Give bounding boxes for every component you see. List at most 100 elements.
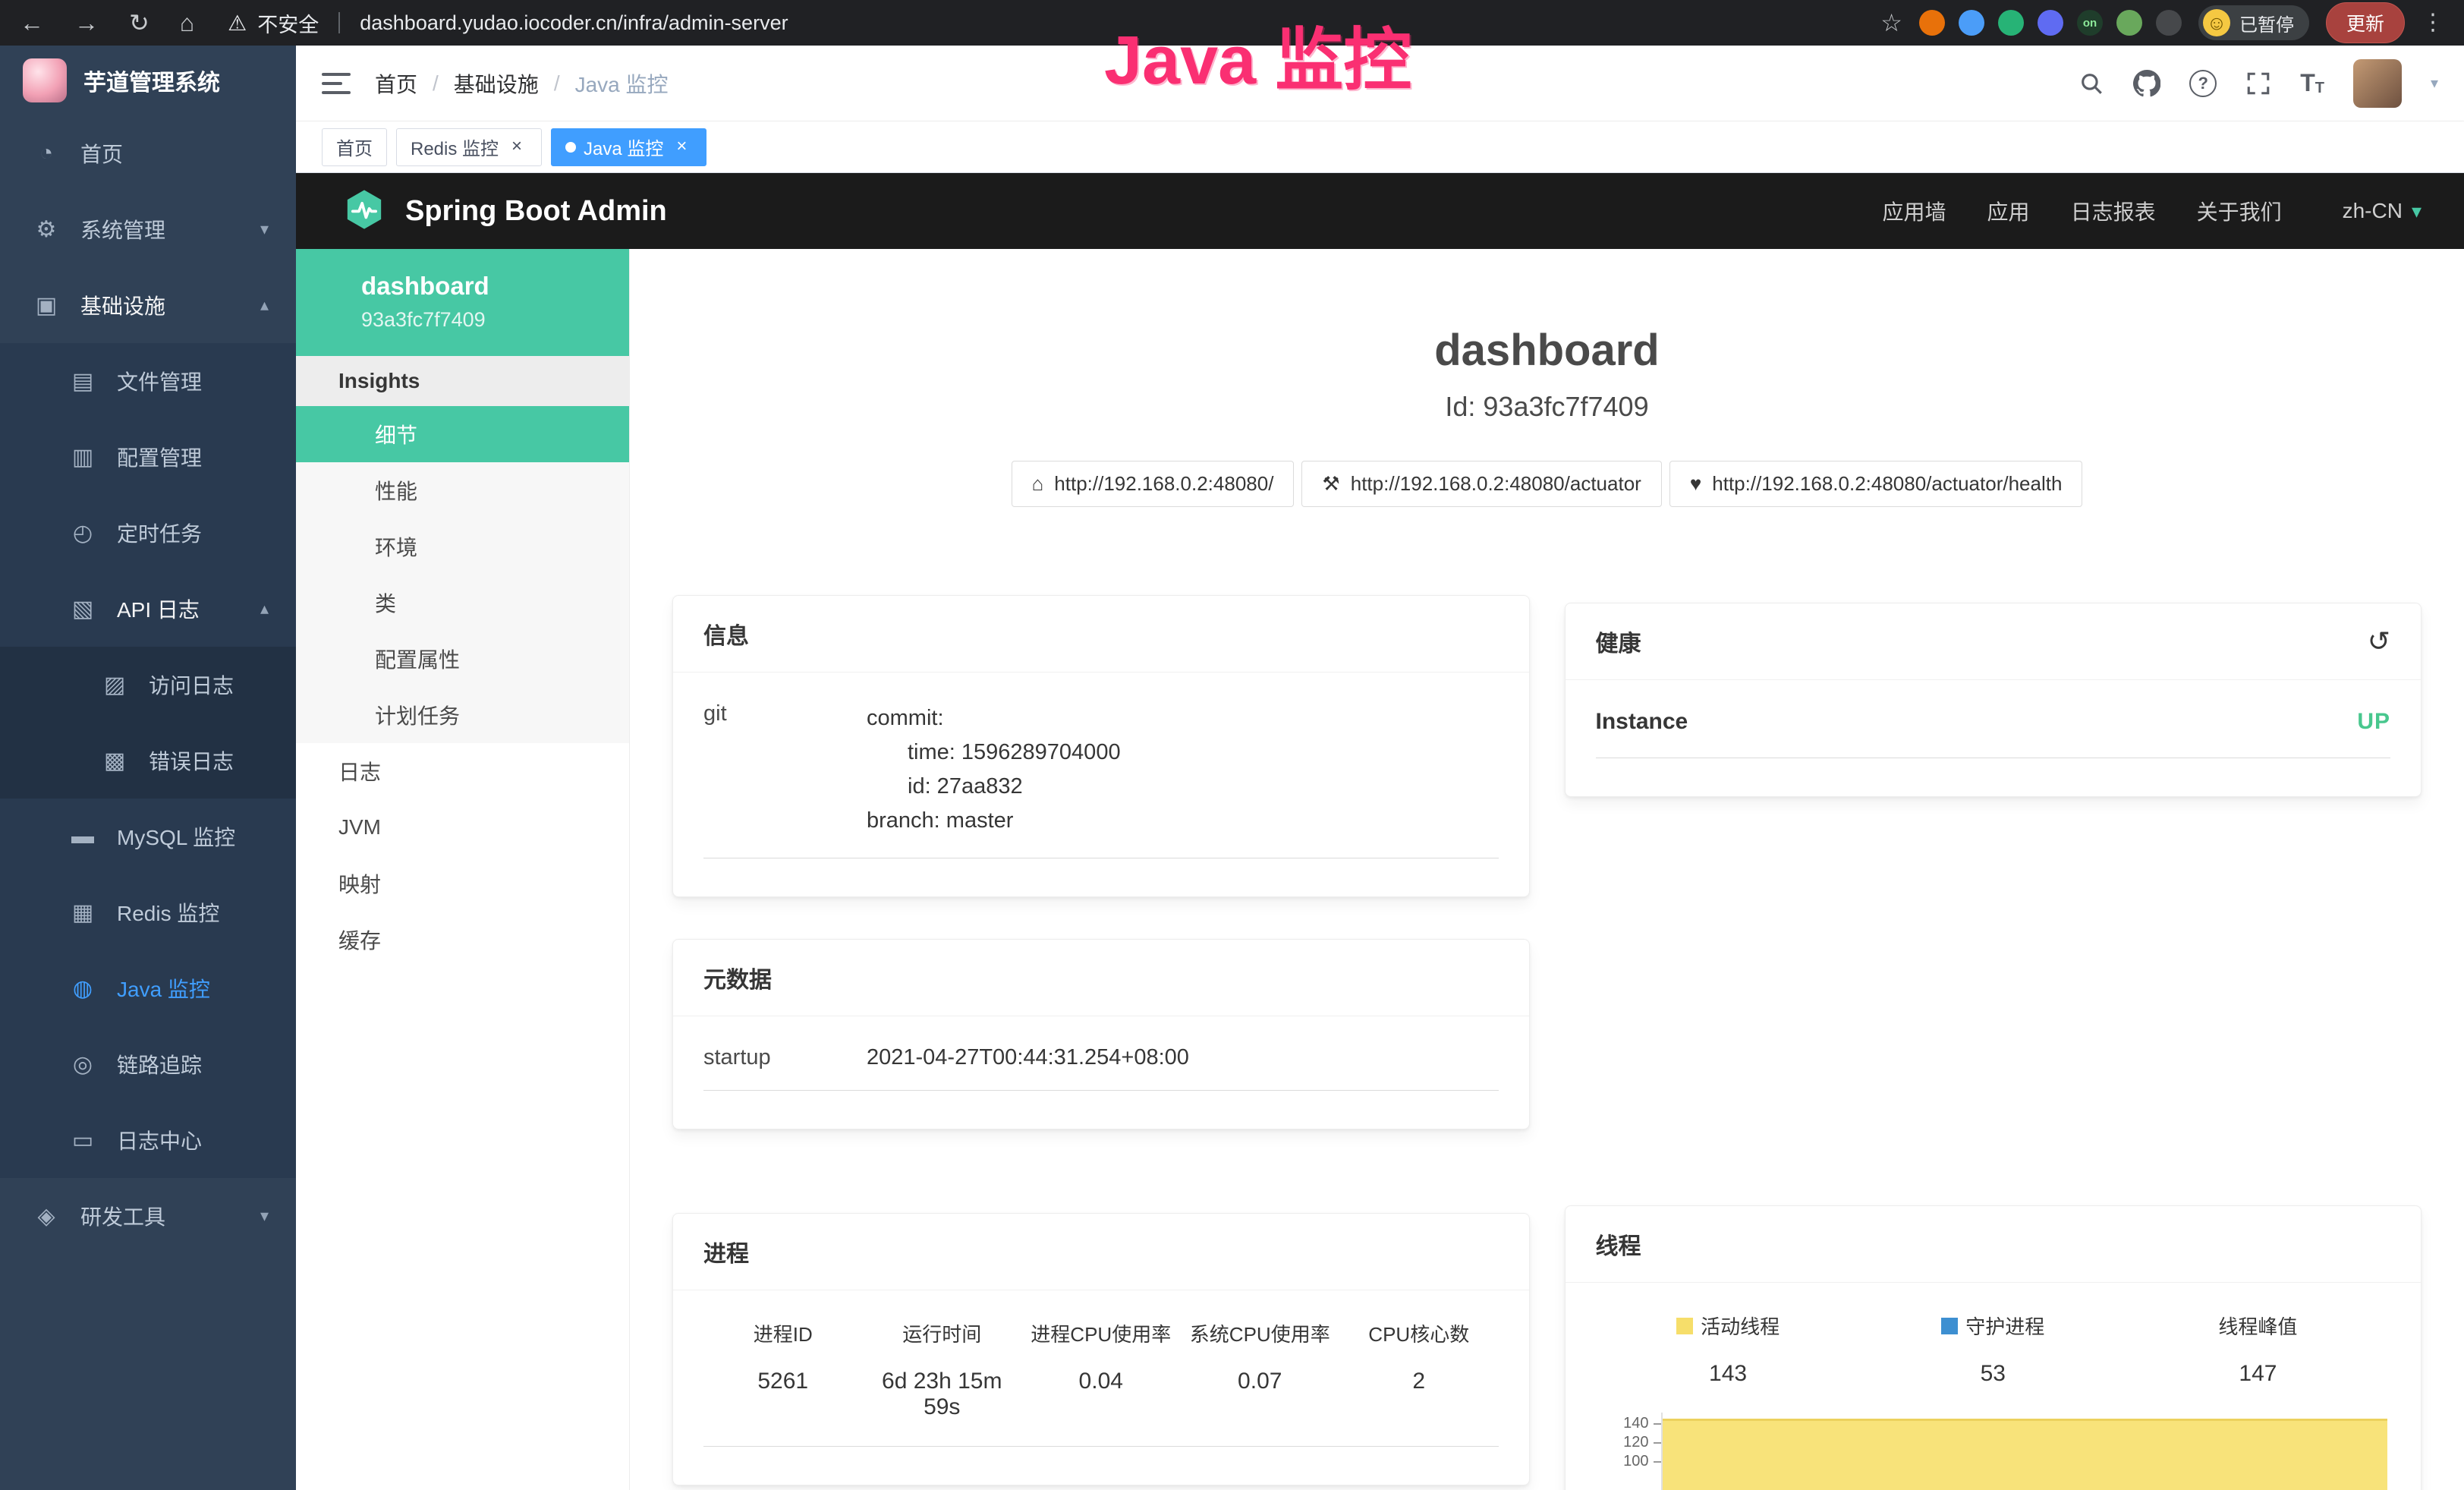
sba-menu-item[interactable]: 环境 — [296, 518, 629, 575]
tab[interactable]: 首页 — [322, 128, 387, 166]
breadcrumb-item[interactable]: 基础设施 / — [454, 68, 575, 99]
sidebar-menu-item[interactable]: ▦ Redis 监控 — [0, 874, 296, 950]
menu-label: 链路追踪 — [117, 1049, 202, 1079]
app-logo[interactable]: 芋道管理系统 — [0, 46, 296, 115]
paused-badge[interactable]: ☺ 已暂停 — [2198, 5, 2309, 40]
reload-icon[interactable]: ↻ — [129, 11, 149, 35]
info-line: commit: — [867, 701, 1499, 736]
breadcrumb-label: Java 监控 — [575, 68, 669, 99]
threads-card: 线程 — [1565, 1205, 2422, 1490]
sidebar-menu-item[interactable]: ▤ 文件管理 — [0, 343, 296, 419]
instance-link[interactable]: ⚒ http://192.168.0.2:48080/actuator — [1301, 461, 1661, 507]
user-avatar[interactable] — [2353, 59, 2402, 108]
sba-menu-item[interactable]: 类 — [296, 575, 629, 631]
bookmark-star-icon[interactable]: ☆ — [1880, 11, 1902, 35]
help-icon[interactable]: ? — [2189, 70, 2217, 97]
sidebar-menu-item[interactable]: ▣ 基础设施 ▴ — [0, 267, 296, 343]
update-button[interactable]: 更新 — [2326, 2, 2405, 43]
y-tick: 140 — [1623, 1414, 1660, 1433]
sba-nav-item[interactable]: 应用 — [1987, 196, 2030, 226]
tab[interactable]: Redis 监控 × — [396, 128, 542, 166]
extension-colorzilla-icon[interactable] — [1919, 10, 1945, 36]
font-size-icon[interactable]: TT — [2300, 69, 2324, 97]
java-monitor-icon: ◍ — [68, 975, 97, 1002]
menu-label: MySQL 监控 — [117, 821, 235, 852]
sba-menu-item[interactable]: 计划任务 — [296, 687, 629, 743]
history-icon[interactable]: ↺ — [2368, 625, 2390, 657]
y-tick-mark — [1654, 1461, 1661, 1463]
sidebar-menu-item[interactable]: ▬ MySQL 监控 — [0, 799, 296, 874]
extension-vue-devtools-icon[interactable] — [1998, 10, 2024, 36]
sba-nav-item[interactable]: 关于我们 — [2197, 196, 2282, 226]
legend-label: 活动线程 — [1701, 1312, 1780, 1340]
extension-grid-icon[interactable] — [2038, 10, 2063, 36]
search-icon[interactable] — [2079, 71, 2104, 96]
hamburger-icon[interactable] — [322, 73, 351, 94]
sidebar-menu-item[interactable]: ▭ 日志中心 — [0, 1102, 296, 1178]
sidebar-menu-item[interactable]: ▧ API 日志 ▴ — [0, 571, 296, 647]
y-tick-mark — [1654, 1423, 1661, 1425]
metadata-value: 2021-04-27T00:44:31.254+08:00 — [867, 1045, 1499, 1070]
breadcrumb-label: 首页 — [375, 68, 417, 99]
home-icon[interactable]: ⌂ — [180, 11, 194, 35]
browser-menu-icon[interactable]: ⋮ — [2422, 11, 2444, 34]
instance-link[interactable]: ♥ http://192.168.0.2:48080/actuator/heal… — [1669, 461, 2083, 507]
threads-legend: 活动线程 143 — [1596, 1312, 2391, 1387]
topbar-actions: ? TT ▾ — [2079, 59, 2438, 108]
address-separator — [338, 12, 340, 33]
sidebar-menu-item[interactable]: ◍ Java 监控 — [0, 950, 296, 1026]
sba-menu-item[interactable]: 缓存 — [296, 912, 629, 968]
chevron-icon: ▾ — [260, 1206, 269, 1226]
fullscreen-icon[interactable] — [2245, 71, 2271, 96]
app-sidebar: 芋道管理系统 ◔ 首页 ⚙ 系统管理 ▾ — [0, 46, 296, 1490]
breadcrumb-item[interactable]: 首页 / — [375, 68, 454, 99]
profile-face-icon: ☺ — [2203, 9, 2230, 36]
process-column: 进程ID 5261 — [703, 1319, 863, 1441]
chevron-icon: ▴ — [260, 295, 269, 315]
sba-nav-item[interactable]: 日志报表 — [2071, 196, 2156, 226]
breadcrumb-item[interactable]: Java 监控 / — [575, 68, 669, 99]
legend-item: 活动线程 143 — [1596, 1312, 1861, 1387]
process-header: CPU核心数 — [1339, 1319, 1499, 1347]
sidebar-menu-item[interactable]: ◈ 研发工具 ▾ — [0, 1178, 296, 1254]
app-main: 首页 / 基础设施 / Java 监控 / — [296, 46, 2464, 1490]
browser-actions: ☆ on ☺ 已暂停 — [1880, 2, 2444, 43]
extension-leaf-icon[interactable] — [2116, 10, 2142, 36]
sidebar-menu-item[interactable]: ◎ 链路追踪 — [0, 1026, 296, 1102]
extension-switch-on-icon[interactable]: on — [2077, 10, 2103, 36]
y-tick-label: 140 — [1623, 1415, 1648, 1432]
sba-menu-item[interactable]: JVM — [296, 799, 629, 855]
forward-icon[interactable]: → — [74, 11, 99, 35]
tab-close-icon[interactable]: × — [506, 137, 527, 158]
back-icon[interactable]: ← — [20, 11, 44, 35]
sidebar-menu-item[interactable]: ◔ 首页 — [0, 115, 296, 191]
process-value: 0.04 — [1021, 1369, 1181, 1416]
browser-nav-buttons: ← → ↻ ⌂ — [20, 11, 194, 35]
sidebar-menu-item[interactable]: ▩ 错误日志 — [0, 723, 296, 799]
sidebar-menu-item[interactable]: ◴ 定时任务 — [0, 495, 296, 571]
sba-menu-item[interactable]: 配置属性 — [296, 631, 629, 687]
tab-label: 首页 — [336, 134, 373, 160]
locale-selector[interactable]: zh-CN ▾ — [2343, 199, 2422, 223]
instance-link[interactable]: ⌂ http://192.168.0.2:48080/ — [1012, 461, 1295, 507]
extension-drop-icon[interactable] — [1959, 10, 1984, 36]
sba-menu-item[interactable]: 性能 — [296, 462, 629, 518]
process-header: 系统CPU使用率 — [1181, 1319, 1340, 1347]
tab-close-icon[interactable]: × — [671, 137, 692, 158]
sidebar-menu-item[interactable]: ⚙ 系统管理 ▾ — [0, 191, 296, 267]
locale-label: zh-CN — [2343, 199, 2403, 223]
sidebar-menu-item[interactable]: ▨ 访问日志 — [0, 647, 296, 723]
wrench-icon: ⚒ — [1322, 472, 1339, 496]
sba-menu-item[interactable]: 映射 — [296, 855, 629, 912]
address-bar[interactable]: ⚠ 不安全 dashboard.yudao.iocoder.cn/infra/a… — [228, 8, 1880, 38]
sba-header: Spring Boot Admin 应用墙 应用 日志报表 关于我们 — [296, 173, 2464, 249]
avatar-caret-icon[interactable]: ▾ — [2431, 74, 2438, 93]
sba-menu-item[interactable]: 细节 — [296, 406, 629, 462]
sidebar-menu-item[interactable]: ▥ 配置管理 — [0, 419, 296, 495]
tab[interactable]: Java 监控 × — [551, 128, 706, 166]
extension-paw-icon[interactable] — [2156, 10, 2182, 36]
sba-nav-item[interactable]: 应用墙 — [1883, 196, 1946, 226]
github-icon[interactable] — [2133, 70, 2160, 97]
card-title: 线程 — [1596, 1227, 1641, 1261]
sba-menu-item[interactable]: 日志 — [296, 743, 629, 799]
